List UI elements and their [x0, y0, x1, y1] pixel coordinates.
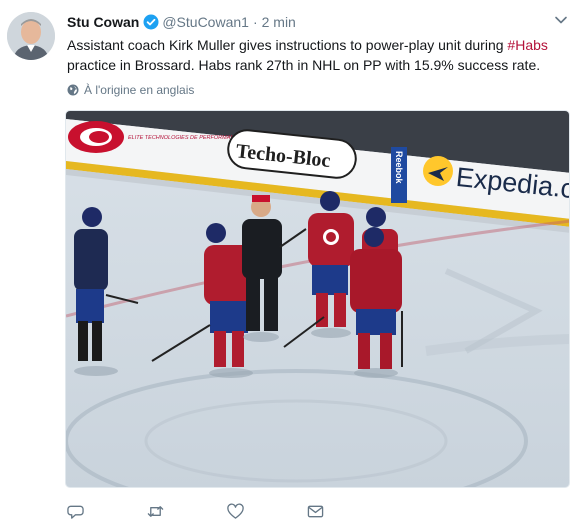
- heart-icon: [227, 503, 244, 519]
- retweet-icon: [147, 506, 164, 517]
- board-ad-elite-logo: [68, 121, 124, 153]
- timestamp[interactable]: 2 min: [262, 14, 296, 30]
- separator-dot: ·: [252, 14, 258, 30]
- board-ad-reebok: Reebok: [394, 151, 404, 185]
- tweet-photo[interactable]: ELITE TECHNOLOGIES DE PERFORMANCE POUR L…: [65, 110, 570, 488]
- tweet-text: Assistant coach Kirk Muller gives instru…: [67, 35, 562, 75]
- verified-icon: [143, 14, 159, 30]
- tweet-text-part2: practice in Brossard. Habs rank 27th in …: [67, 57, 541, 73]
- message-button[interactable]: [307, 503, 387, 521]
- author-handle[interactable]: @StuCowan1: [162, 14, 249, 30]
- tweet-header: Stu Cowan @StuCowan1 · 2 min: [67, 12, 296, 32]
- envelope-icon: [307, 505, 324, 518]
- globe-icon: [67, 84, 79, 96]
- like-button[interactable]: [227, 503, 307, 521]
- avatar-image: [7, 12, 55, 60]
- retweet-button[interactable]: [147, 503, 227, 521]
- tweet-actions: [67, 503, 387, 521]
- avatar[interactable]: [7, 12, 55, 60]
- tweet: Stu Cowan @StuCowan1 · 2 min Assistant c…: [0, 0, 584, 529]
- reply-icon: [67, 505, 84, 519]
- tweet-text-part1: Assistant coach Kirk Muller gives instru…: [67, 37, 508, 53]
- translation-note[interactable]: À l'origine en anglais: [67, 82, 194, 98]
- board-ad-expedia: [423, 156, 453, 186]
- chevron-down-icon[interactable]: [553, 12, 569, 28]
- reply-button[interactable]: [67, 503, 147, 521]
- author-name[interactable]: Stu Cowan: [67, 14, 139, 30]
- hashtag-link[interactable]: #Habs: [507, 37, 547, 53]
- hockey-practice-scene: ELITE TECHNOLOGIES DE PERFORMANCE POUR L…: [66, 111, 569, 487]
- translation-label: À l'origine en anglais: [84, 83, 195, 97]
